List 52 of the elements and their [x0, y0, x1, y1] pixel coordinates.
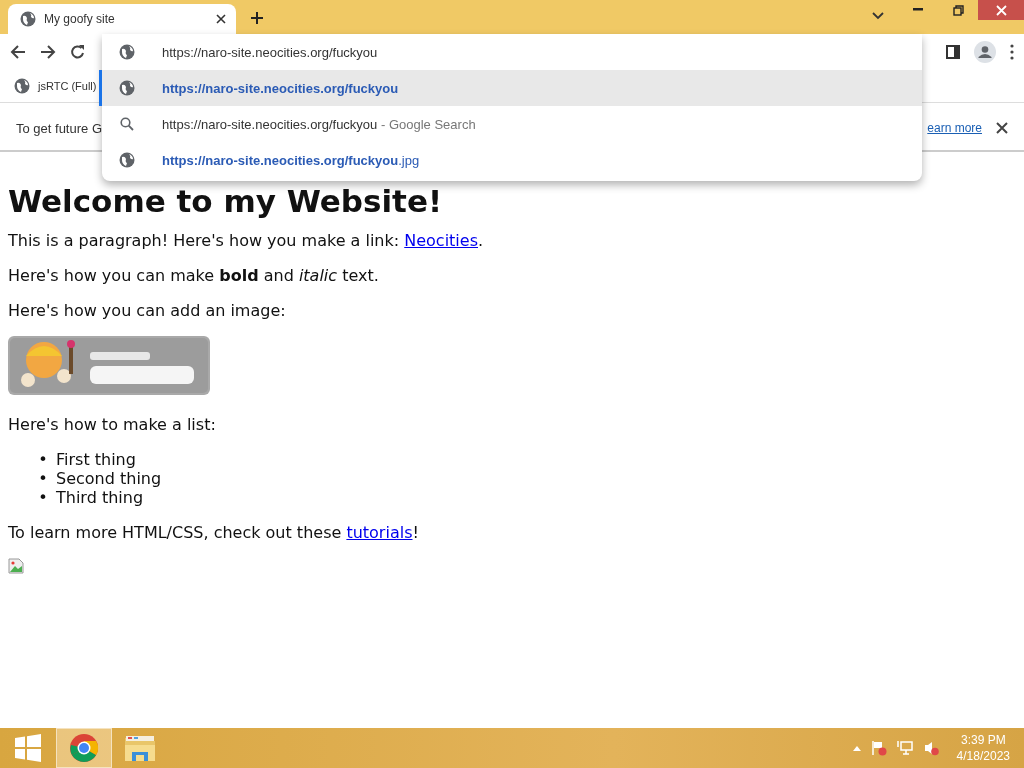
chrome-icon [69, 733, 99, 763]
speaker-icon[interactable] [922, 740, 939, 756]
profile-button[interactable] [974, 41, 996, 63]
menu-button[interactable] [1010, 44, 1014, 60]
paragraph: This is a paragraph! Here's how you make a link: Neocities. [8, 231, 485, 250]
globe-icon [119, 152, 135, 168]
list-bullet: • [38, 469, 48, 488]
forward-button[interactable] [40, 44, 56, 60]
reload-button[interactable] [70, 44, 86, 60]
infobar-text: To get future G [16, 120, 102, 136]
suggestion-text: https://naro-site.neocities.org/fuckyou - Google Search [162, 116, 476, 132]
address-field[interactable]: https://naro-site.neocities.org/fuckyou [162, 44, 762, 60]
list-item: First thing [56, 450, 136, 469]
globe-icon [119, 44, 135, 60]
page-heading: Welcome to my Website! [8, 183, 444, 219]
clock-date: 4/18/2023 [956, 748, 1010, 764]
folder-icon [124, 734, 156, 762]
close-icon[interactable] [996, 122, 1008, 134]
bookmark[interactable]: jsRTC (Full) [14, 78, 97, 94]
side-panel-button[interactable] [946, 45, 960, 59]
close-icon[interactable] [216, 14, 226, 24]
back-button[interactable] [10, 44, 26, 60]
suggestion-text: https://naro-site.neocities.org/fuckyou [162, 80, 399, 96]
broken-image-icon [8, 558, 24, 574]
search-icon [119, 116, 135, 132]
link[interactable]: tutorials [346, 523, 413, 542]
close-icon [995, 4, 1007, 16]
taskbar-app[interactable] [56, 728, 112, 768]
clock-time: 3:39 PM [960, 732, 1006, 748]
list-item: Second thing [56, 469, 162, 488]
paragraph: Here's how you can add an image: [8, 301, 287, 320]
paragraph: Here's how you can make bold and italic text. [8, 266, 380, 285]
flag-icon[interactable] [870, 740, 887, 756]
restore-icon [952, 4, 964, 16]
close-button[interactable] [978, 0, 1024, 20]
favicon-icon [14, 78, 30, 94]
windows-logo-icon [14, 734, 42, 762]
learn-more-link[interactable]: earn more [927, 121, 982, 135]
link[interactable]: Neocities [404, 231, 478, 250]
browser-tab[interactable]: My goofy site [8, 4, 236, 34]
list-item: Third thing [56, 488, 144, 507]
paragraph: To learn more HTML/CSS, check out these tutorials! [8, 523, 420, 542]
suggestion-item[interactable]: https://naro-site.neocities.org/fuckyou.jpg [99, 142, 922, 178]
caret-icon [872, 12, 884, 20]
globe-icon [119, 80, 135, 96]
favicon-icon [20, 11, 36, 27]
list-bullet: • [38, 488, 48, 507]
minimize-icon [913, 8, 923, 12]
suggestion-item[interactable]: https://naro-site.neocities.org/fuckyou [99, 70, 922, 106]
suggestion-text: https://naro-site.neocities.org/fuckyou.jpg [162, 152, 420, 168]
paragraph: Here's how to make a list: [8, 415, 217, 434]
list-bullet: • [38, 450, 48, 469]
